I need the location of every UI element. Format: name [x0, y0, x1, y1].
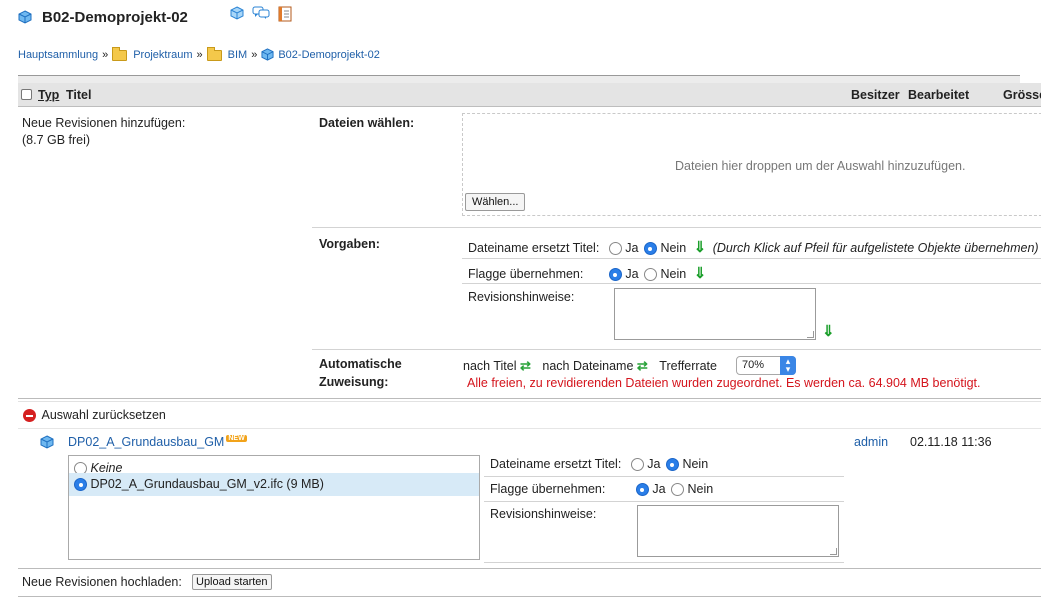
column-groesse[interactable]: Grösse — [1003, 88, 1041, 102]
object-filename-title-row: Dateiname ersetzt Titel: Ja Nein — [490, 457, 709, 472]
auto-assign-label: Automatische — [319, 357, 402, 371]
filename-replaces-title-label: Dateiname ersetzt Titel: — [468, 241, 600, 255]
breadcrumb: Hauptsammlung » Projektraum » BIM » B02-… — [18, 46, 380, 62]
divider — [18, 596, 1041, 597]
sync-icon[interactable]: ⇄ — [520, 358, 531, 373]
divider — [484, 476, 844, 477]
revision-notes-textarea[interactable] — [614, 288, 816, 340]
status-message: Alle freien, zu revidierenden Dateien wu… — [467, 376, 981, 390]
notes-icon[interactable] — [278, 6, 292, 25]
list-item[interactable]: DP02_A_Grundausbau_GM_v2.ifc (9 MB) — [69, 473, 479, 496]
object-adopt-flag-no-radio[interactable] — [671, 483, 685, 497]
by-filename-link[interactable]: nach Dateiname — [542, 359, 633, 373]
adopt-flag-no-radio[interactable] — [644, 268, 658, 282]
hit-rate-select[interactable]: 70% ▴ ▾ — [736, 356, 796, 375]
divider — [18, 401, 1041, 402]
object-adopt-flag-yes-radio[interactable] — [635, 483, 649, 497]
cube-icon — [40, 435, 54, 449]
owner-link[interactable]: admin — [854, 435, 888, 449]
defaults-label: Vorgaben: — [319, 237, 380, 251]
divider — [484, 562, 844, 563]
filename-title-row: Dateiname ersetzt Titel: Ja Nein ⇓ (Durc… — [468, 239, 1039, 256]
auto-assign-label-2: Zuweisung: — [319, 375, 389, 389]
page-title: B02-Demoprojekt-02 — [42, 8, 188, 26]
divider — [18, 398, 1041, 399]
object-revision-notes-label: Revisionshinweise: — [490, 507, 597, 521]
hit-rate-label: Trefferrate — [659, 359, 717, 373]
adopt-flag-yes-radio[interactable] — [608, 268, 622, 282]
breadcrumb-item-projektraum[interactable]: Projektraum — [133, 49, 192, 61]
cube-icon — [261, 48, 275, 62]
divider — [312, 227, 1041, 228]
option-file-label: DP02_A_Grundausbau_GM_v2.ifc (9 MB) — [90, 477, 324, 491]
chevron-updown-icon: ▴ ▾ — [780, 356, 796, 375]
adopt-flag-row: Flagge übernehmen: Ja Nein ⇓ — [468, 265, 707, 282]
reset-selection[interactable]: Auswahl zurücksetzen — [23, 408, 166, 423]
choose-files-button[interactable]: Wählen... — [465, 193, 526, 211]
divider — [312, 349, 1041, 350]
object-title: DP02_A_Grundausbau_GM NEW — [68, 435, 247, 449]
minus-circle-icon — [23, 409, 36, 423]
sync-icon[interactable]: ⇄ — [637, 358, 648, 373]
files-label: Dateien wählen: — [319, 116, 415, 130]
column-titel[interactable]: Titel — [66, 88, 91, 102]
divider — [484, 501, 844, 502]
column-typ[interactable]: Typ — [38, 88, 59, 102]
breadcrumb-item-bim[interactable]: BIM — [228, 49, 248, 61]
arrow-hint: (Durch Klick auf Pfeil für aufgelistete … — [712, 241, 1039, 255]
reset-selection-label: Auswahl zurücksetzen — [41, 408, 166, 422]
divider — [462, 283, 1041, 284]
upload-label: Neue Revisionen hochladen: — [22, 575, 182, 589]
arrow-down-icon[interactable]: ⇓ — [694, 239, 707, 256]
revision-notes-label: Revisionshinweise: — [468, 290, 575, 304]
cube-icon[interactable] — [230, 6, 244, 20]
new-badge: NEW — [226, 435, 247, 442]
divider — [462, 258, 1041, 259]
breadcrumb-item-hauptsammlung[interactable]: Hauptsammlung — [18, 49, 98, 61]
title-actions — [230, 6, 292, 25]
object-revision-notes-textarea[interactable] — [637, 505, 839, 557]
upload-start-button[interactable]: Upload starten — [192, 574, 272, 590]
by-title-link[interactable]: nach Titel — [463, 359, 517, 373]
adopt-flag-label: Flagge übernehmen: — [468, 267, 584, 281]
option-file-radio[interactable] — [74, 478, 87, 492]
divider — [18, 568, 1041, 569]
add-revisions-label: Neue Revisionen hinzufügen: — [22, 116, 186, 130]
modified-date: 02.11.18 11:36 — [910, 435, 992, 449]
table-header: Typ Titel Besitzer Bearbeitet Grösse — [18, 83, 1041, 107]
filename-title-no-radio[interactable] — [643, 242, 657, 256]
drop-hint: Dateien hier droppen um der Auswahl hinz… — [675, 159, 966, 173]
arrow-down-icon[interactable]: ⇓ — [694, 265, 707, 282]
object-filename-title-no-radio[interactable] — [665, 458, 679, 472]
divider — [18, 428, 1041, 429]
arrow-down-icon[interactable]: ⇓ — [822, 322, 835, 340]
filename-title-yes-radio[interactable] — [608, 242, 622, 256]
page-header: B02-Demoprojekt-02 — [18, 7, 188, 27]
folder-icon — [206, 46, 222, 61]
comments-icon[interactable] — [252, 6, 270, 25]
drop-zone[interactable]: Dateien hier droppen um der Auswahl hinz… — [462, 113, 1041, 216]
folder-icon — [112, 46, 128, 61]
object-filename-title-yes-radio[interactable] — [630, 458, 644, 472]
breadcrumb-item-project[interactable]: B02-Demoprojekt-02 — [278, 49, 380, 61]
select-all-checkbox[interactable] — [21, 89, 32, 100]
auto-assign-row: nach Titel ⇄ nach Dateiname ⇄ Trefferrat… — [463, 358, 717, 374]
object-link[interactable]: DP02_A_Grundausbau_GM — [68, 435, 224, 449]
column-bearbeitet[interactable]: Bearbeitet — [908, 88, 969, 102]
free-space-label: (8.7 GB frei) — [22, 133, 91, 147]
revision-file-listbox[interactable]: Keine DP02_A_Grundausbau_GM_v2.ifc (9 MB… — [68, 455, 480, 560]
cube-icon — [18, 10, 32, 24]
column-besitzer[interactable]: Besitzer — [851, 88, 900, 102]
divider — [18, 76, 1020, 83]
object-adopt-flag-row: Flagge übernehmen: Ja Nein — [490, 482, 714, 497]
